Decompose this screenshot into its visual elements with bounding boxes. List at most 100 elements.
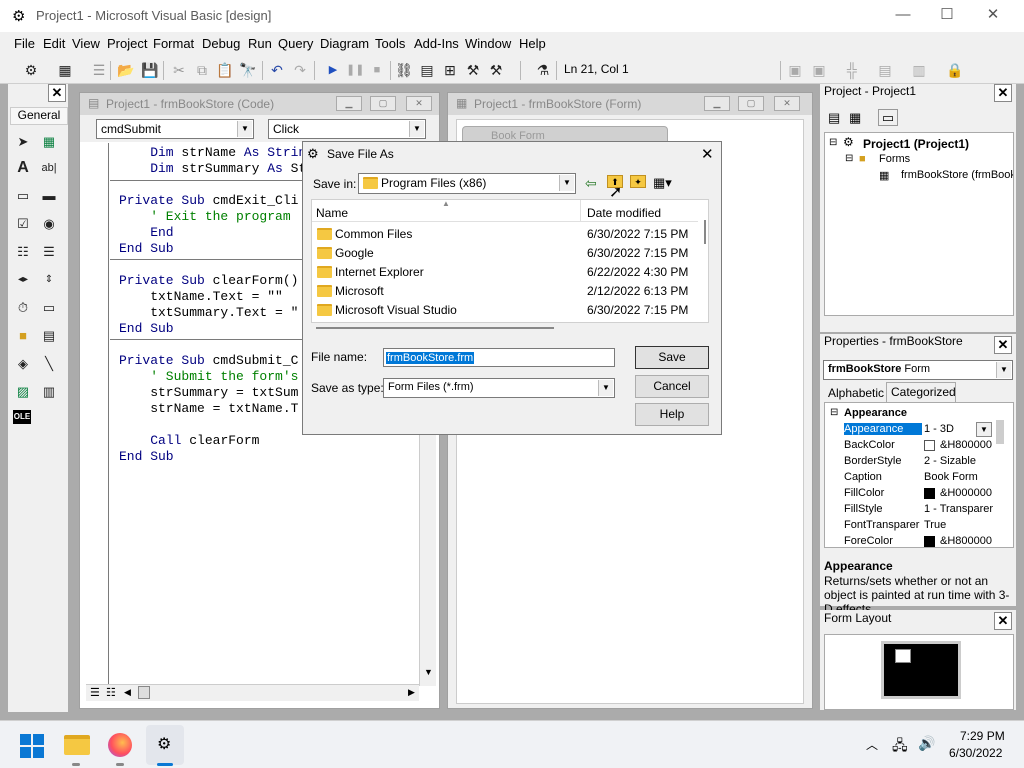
- property-row[interactable]: Caption Book Form: [826, 470, 1012, 486]
- menu-run[interactable]: Run: [248, 36, 272, 51]
- toolbox-icon[interactable]: ⚒: [487, 61, 505, 79]
- menu-file[interactable]: File: [14, 36, 35, 51]
- visual-basic-taskbar-icon[interactable]: ⚙: [146, 725, 184, 765]
- order-icon[interactable]: ▤: [876, 61, 894, 79]
- start-icon[interactable]: [20, 734, 44, 758]
- file-list-scroll-thumb[interactable]: [704, 220, 706, 244]
- open-project-icon[interactable]: 📂: [117, 61, 135, 79]
- volume-icon[interactable]: 🔊: [918, 735, 935, 752]
- same-size-icon[interactable]: ▣: [810, 61, 828, 79]
- file-list-vscrollbar[interactable]: [700, 200, 708, 322]
- start-icon[interactable]: ▶: [324, 61, 342, 79]
- tree-forms-folder[interactable]: Forms: [879, 153, 910, 165]
- chevron-down-icon[interactable]: ▼: [237, 121, 252, 137]
- line-icon[interactable]: ╲: [39, 354, 59, 374]
- paste-icon[interactable]: 📋: [216, 61, 234, 79]
- scroll-right-icon[interactable]: ▶: [408, 687, 415, 698]
- scroll-left-icon[interactable]: ◀: [124, 687, 131, 698]
- network-icon[interactable]: 🖧: [892, 735, 908, 759]
- center-icon[interactable]: ╬: [843, 61, 861, 79]
- new-folder-icon[interactable]: ✦: [630, 175, 646, 188]
- break-icon[interactable]: ❚❚: [346, 61, 364, 79]
- clock-date[interactable]: 6/30/2022: [949, 746, 1002, 760]
- cancel-button[interactable]: Cancel: [635, 375, 709, 398]
- file-row[interactable]: Microsoft Visual Studio 6/30/2022 7:15 P…: [315, 301, 695, 320]
- minimize-icon[interactable]: —: [885, 4, 921, 28]
- chevron-down-icon[interactable]: ▼: [409, 121, 424, 137]
- property-row[interactable]: BorderStyle 2 - Sizable: [826, 454, 1012, 470]
- menu-project[interactable]: Project: [107, 36, 147, 51]
- property-row[interactable]: Appearance 1 - 3D ▼: [826, 422, 1012, 438]
- add-form-icon[interactable]: ▦: [56, 61, 74, 79]
- scroll-thumb[interactable]: [138, 686, 150, 699]
- add-project-icon[interactable]: ⚙: [22, 61, 40, 79]
- file-row[interactable]: Common Files 6/30/2022 7:15 PM: [315, 225, 695, 244]
- commandbutton-icon[interactable]: ▬: [39, 186, 59, 206]
- file-row[interactable]: Google 6/30/2022 7:15 PM: [315, 244, 695, 263]
- property-value[interactable]: &H000000: [940, 487, 994, 499]
- lock-controls-icon[interactable]: 🔒: [946, 61, 964, 79]
- property-row[interactable]: FillColor &H000000: [826, 486, 1012, 502]
- cut-icon[interactable]: ✂: [170, 61, 188, 79]
- find-icon[interactable]: 🔭: [239, 61, 257, 79]
- data-view-icon[interactable]: ⚗: [534, 61, 552, 79]
- properties-close-icon[interactable]: ✕: [994, 336, 1012, 354]
- align-icon[interactable]: ▣: [786, 61, 804, 79]
- redo-icon[interactable]: ↷: [291, 61, 309, 79]
- menu-tools[interactable]: Tools: [375, 36, 405, 51]
- menu-debug[interactable]: Debug: [202, 36, 240, 51]
- hscrollbar-icon[interactable]: ◂▸: [13, 270, 33, 290]
- tree-collapse-icon[interactable]: ⊟: [829, 137, 837, 148]
- menu-format[interactable]: Format: [153, 36, 194, 51]
- view-object-icon[interactable]: ▦: [849, 110, 861, 126]
- help-button[interactable]: Help: [635, 403, 709, 426]
- toggle-folders-icon[interactable]: ▭: [878, 109, 898, 126]
- form-minimize-icon[interactable]: ▁: [704, 96, 730, 111]
- menu-query[interactable]: Query: [278, 36, 313, 51]
- tab-alphabetic[interactable]: Alphabetic: [828, 386, 884, 400]
- file-list-hscrollbar[interactable]: [316, 327, 554, 329]
- vscrollbar-icon[interactable]: ⇕: [39, 270, 59, 290]
- back-icon[interactable]: ⇦: [585, 175, 597, 192]
- toolbox-general-tab[interactable]: General: [10, 107, 68, 125]
- menu-editor-icon[interactable]: ☰: [90, 61, 108, 79]
- tree-collapse-icon[interactable]: ⊟: [845, 153, 853, 164]
- form-layout-icon[interactable]: ⊞: [441, 61, 459, 79]
- save-button[interactable]: Save: [635, 346, 709, 369]
- drivelistbox-icon[interactable]: ▭: [39, 298, 59, 318]
- ole-icon[interactable]: OLE: [13, 410, 31, 424]
- menu-view[interactable]: View: [72, 36, 100, 51]
- property-value[interactable]: Book Form: [924, 471, 994, 483]
- column-date-header[interactable]: Date modified: [587, 206, 661, 220]
- property-row[interactable]: FontTransparer True: [826, 518, 1012, 534]
- project-explorer-icon[interactable]: ⛓: [395, 61, 413, 79]
- undo-icon[interactable]: ↶: [268, 61, 286, 79]
- image-icon[interactable]: ▨: [13, 382, 33, 402]
- category-collapse-icon[interactable]: ⊟: [830, 407, 838, 418]
- property-row[interactable]: FillStyle 1 - Transparer: [826, 502, 1012, 518]
- property-value[interactable]: 2 - Sizable: [924, 455, 994, 467]
- firefox-icon[interactable]: [108, 733, 132, 757]
- shape-icon[interactable]: ◈: [13, 354, 33, 374]
- menu-diagram[interactable]: Diagram: [320, 36, 369, 51]
- pointer-icon[interactable]: ➤: [13, 132, 33, 152]
- code-minimize-icon[interactable]: ▁: [336, 96, 362, 111]
- property-value[interactable]: 1 - Transparer: [924, 503, 994, 515]
- menu-help[interactable]: Help: [519, 36, 546, 51]
- frame-icon[interactable]: ▭: [13, 186, 33, 206]
- property-category-row[interactable]: ⊟ Appearance: [826, 406, 1012, 422]
- chevron-down-icon[interactable]: ▼: [976, 422, 992, 437]
- data-icon[interactable]: ▥: [39, 382, 59, 402]
- textbox-icon[interactable]: ab|: [39, 158, 59, 178]
- property-value[interactable]: True: [924, 519, 994, 531]
- file-name-input[interactable]: frmBookStore.frm: [383, 348, 615, 367]
- maximize-icon[interactable]: ☐: [929, 4, 965, 28]
- dirlistbox-icon[interactable]: ■: [13, 326, 33, 346]
- label-icon[interactable]: A: [13, 158, 33, 178]
- form-layout-close-icon[interactable]: ✕: [994, 612, 1012, 630]
- tree-form-item[interactable]: frmBookStore (frmBookS: [901, 169, 1013, 181]
- menu-window[interactable]: Window: [465, 36, 511, 51]
- scroll-down-icon[interactable]: ▼: [424, 667, 433, 677]
- form-position-thumb[interactable]: [895, 649, 911, 663]
- object-combo[interactable]: cmdSubmit ▼: [96, 119, 254, 139]
